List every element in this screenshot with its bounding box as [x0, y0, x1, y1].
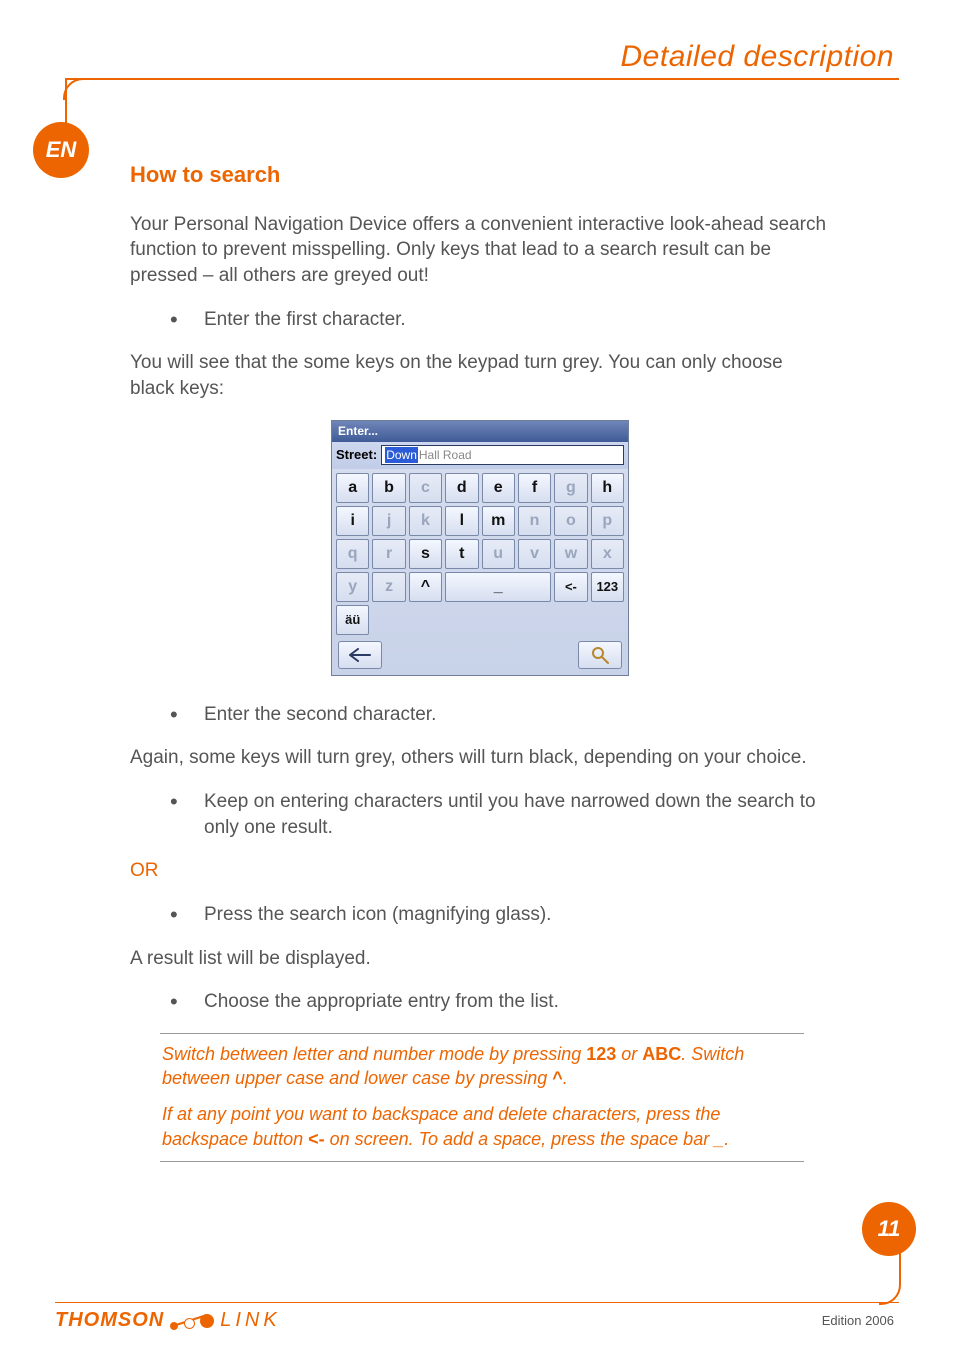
key-m[interactable]: m — [482, 506, 515, 536]
step-alt: Press the search icon (magnifying glass)… — [170, 902, 830, 928]
key-k: k — [409, 506, 442, 536]
key-o: o — [554, 506, 587, 536]
key-g: g — [554, 473, 587, 503]
logo-dots-icon — [170, 1312, 214, 1332]
magnifying-glass-icon — [591, 646, 609, 664]
bottom-rule — [55, 1302, 899, 1303]
step-2: Enter the second character. — [170, 702, 830, 728]
key-e[interactable]: e — [482, 473, 515, 503]
key-y: y — [336, 572, 369, 602]
logo-link: LINK — [220, 1309, 280, 1332]
page-number-badge: 11 — [862, 1202, 916, 1256]
key-j: j — [372, 506, 405, 536]
key-t[interactable]: t — [445, 539, 478, 569]
street-input-suggestion: Hall Road — [418, 447, 472, 463]
street-input-selected: Down — [385, 447, 418, 463]
key-123[interactable]: 123 — [591, 572, 624, 602]
key-backspace[interactable]: <- — [554, 572, 587, 602]
key-v: v — [518, 539, 551, 569]
key-r: r — [372, 539, 405, 569]
key-n: n — [518, 506, 551, 536]
device-field-row: Street: Down Hall Road — [332, 442, 628, 469]
or-label: OR — [130, 858, 830, 884]
key-b[interactable]: b — [372, 473, 405, 503]
edition-label: Edition 2006 — [822, 1313, 894, 1328]
content-area: How to search Your Personal Navigation D… — [130, 160, 830, 1162]
back-arrow-icon — [349, 648, 371, 662]
step-1: Enter the first character. — [170, 307, 830, 333]
street-input[interactable]: Down Hall Road — [381, 445, 624, 465]
after-alt: A result list will be displayed. — [130, 946, 830, 972]
key-shift[interactable]: ^ — [409, 572, 442, 602]
logo-thomson: THOMSON — [55, 1309, 164, 1332]
key-l[interactable]: l — [445, 506, 478, 536]
key-f[interactable]: f — [518, 473, 551, 503]
step-3: Keep on entering characters until you ha… — [170, 789, 830, 840]
key-h[interactable]: h — [591, 473, 624, 503]
key-c: c — [409, 473, 442, 503]
device-bottom-bar — [332, 637, 628, 675]
street-label: Street: — [336, 446, 377, 464]
step-final: Choose the appropriate entry from the li… — [170, 989, 830, 1015]
device-screenshot: Enter... Street: Down Hall Road a b c d … — [331, 420, 629, 676]
page-header-title: Detailed description — [621, 40, 894, 74]
tip-1: Switch between letter and number mode by… — [162, 1042, 802, 1091]
language-badge: EN — [33, 122, 89, 178]
key-space[interactable]: _ — [445, 572, 551, 602]
after-step1: You will see that the some keys on the k… — [130, 350, 830, 401]
key-x: x — [591, 539, 624, 569]
tip-2: If at any point you want to backspace an… — [162, 1102, 802, 1151]
back-button[interactable] — [338, 641, 382, 669]
intro-paragraph: Your Personal Navigation Device offers a… — [130, 212, 830, 289]
key-d[interactable]: d — [445, 473, 478, 503]
key-i[interactable]: i — [336, 506, 369, 536]
top-rule — [65, 78, 899, 80]
key-u: u — [482, 539, 515, 569]
thomson-link-logo: THOMSON LINK — [55, 1309, 281, 1332]
after-step2: Again, some keys will turn grey, others … — [130, 745, 830, 771]
section-heading: How to search — [130, 160, 830, 190]
key-z: z — [372, 572, 405, 602]
key-w: w — [554, 539, 587, 569]
device-titlebar: Enter... — [332, 421, 628, 442]
tip-box: Switch between letter and number mode by… — [160, 1033, 804, 1162]
key-a[interactable]: a — [336, 473, 369, 503]
device-keyboard: a b c d e f g h i j k l m n o p q r s t … — [332, 469, 628, 637]
key-accents[interactable]: äü — [336, 605, 369, 635]
key-p: p — [591, 506, 624, 536]
search-button[interactable] — [578, 641, 622, 669]
key-q: q — [336, 539, 369, 569]
key-s[interactable]: s — [409, 539, 442, 569]
